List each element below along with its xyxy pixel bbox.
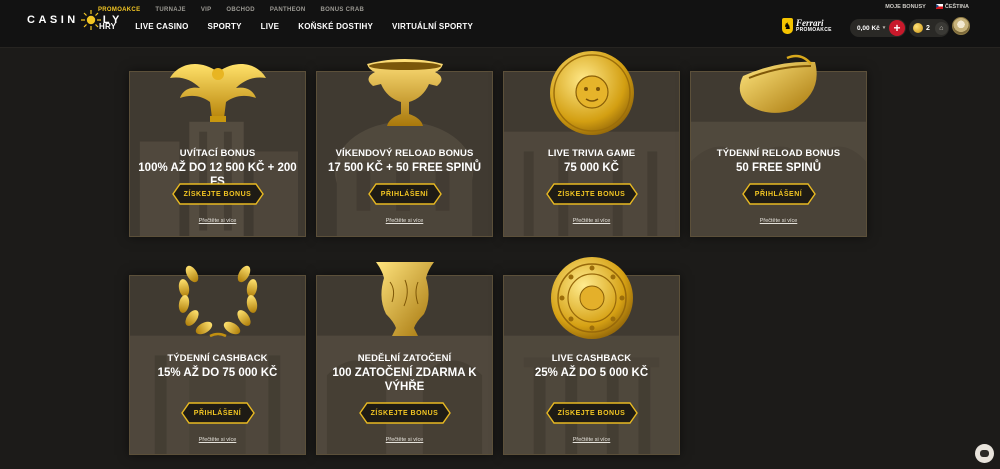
ferrari-promo[interactable]: ♞ Ferrari PROMOAKCE	[782, 18, 832, 34]
language-selector[interactable]: ČEŠTINA	[935, 4, 969, 10]
card-title: UVÍTACÍ BONUS	[179, 148, 256, 159]
promo-card-sunday-spins: NEDĚLNÍ ZATOČENÍ 100 ZATOČENÍ ZDARMA K V…	[316, 262, 493, 455]
golden-eagle-icon	[169, 64, 266, 122]
card-title: TÝDENNÍ CASHBACK	[167, 353, 268, 364]
mainnav-hry[interactable]: HRY	[99, 22, 116, 31]
read-more-link[interactable]: Přečtěte si více	[130, 437, 305, 443]
coins-count: 2	[926, 24, 930, 32]
card-offer: 75 000 KČ	[564, 162, 619, 174]
golden-vessel-icon	[739, 54, 817, 113]
promo-card-welcome: UVÍTACÍ BONUS 100% AŽ DO 12 500 KČ + 200…	[129, 64, 306, 237]
topnav-bonus-crab[interactable]: BONUS CRAB	[320, 7, 364, 13]
ferrari-sub: PROMOAKCE	[796, 27, 832, 33]
chevron-down-icon: ▾	[882, 25, 886, 31]
read-more-link[interactable]: Přečtěte si více	[691, 218, 866, 224]
button-label: PŘIHLÁŠENÍ	[380, 190, 429, 198]
card-title: TÝDENNÍ RELOAD BONUS	[716, 148, 841, 159]
topnav-obchod[interactable]: OBCHOD	[226, 7, 254, 13]
read-more-link[interactable]: Přečtěte si více	[317, 437, 492, 443]
login-button[interactable]: PŘIHLÁŠENÍ	[180, 402, 255, 424]
card-offer: 17 500 KČ + 50 FREE SPINŮ	[327, 162, 482, 174]
button-label: ZÍSKEJTE BONUS	[557, 190, 626, 198]
read-more-link[interactable]: Přečtěte si více	[130, 218, 305, 224]
promo-card-weekend-reload: VÍKENDOVÝ RELOAD BONUS 17 500 KČ + 50 FR…	[316, 59, 493, 237]
promo-card-live-trivia: LIVE TRIVIA GAME 75 000 KČ ZÍSKEJTE BONU…	[503, 51, 680, 237]
promo-card-weekly-reload: TÝDENNÍ RELOAD BONUS 50 FREE SPINŮ PŘIHL…	[690, 54, 867, 237]
card-title: VÍKENDOVÝ RELOAD BONUS	[335, 148, 474, 159]
main-nav: HRY LIVE CASINO SPORTY LIVE KOŇSKÉ DOSTI…	[99, 22, 473, 31]
card-title: NEDĚLNÍ ZATOČENÍ	[357, 353, 452, 364]
mainnav-sporty[interactable]: SPORTY	[208, 22, 242, 31]
top-nav: PROMOAKCE TURNAJE VIP OBCHOD PANTHEON BO…	[98, 7, 364, 13]
avatar[interactable]	[952, 17, 970, 35]
topnav-turnaje[interactable]: TURNAJE	[155, 7, 185, 13]
card-offer: 100 ZATOČENÍ ZDARMA K VÝHŘE	[332, 367, 477, 393]
coin-icon	[913, 23, 923, 33]
utility-links: MOJE BONUSY ČEŠTINA	[885, 4, 969, 10]
button-label: PŘIHLÁŠENÍ	[754, 190, 803, 198]
gold-coin-icon	[550, 257, 633, 339]
read-more-link[interactable]: Přečtěte si více	[504, 437, 679, 443]
button-label: PŘIHLÁŠENÍ	[193, 409, 242, 417]
balance-value: 0,00 Kč	[857, 24, 880, 32]
get-bonus-button[interactable]: ZÍSKEJTE BONUS	[171, 183, 264, 205]
golden-vase-icon	[375, 262, 434, 336]
promo-card-live-cashback: LIVE CASHBACK 25% AŽ DO 5 000 KČ ZÍSKEJT…	[503, 257, 680, 455]
golden-goblet-icon	[366, 59, 443, 126]
my-bonuses-link[interactable]: MOJE BONUSY	[885, 4, 926, 10]
logo-text-left: CASIN	[27, 14, 79, 26]
deposit-button[interactable]: +	[889, 20, 905, 36]
mainnav-live[interactable]: LIVE	[261, 22, 280, 31]
czech-flag-icon	[935, 4, 943, 10]
mainnav-live-casino[interactable]: LIVE CASINO	[135, 22, 188, 31]
card-offer: 50 FREE SPINŮ	[736, 162, 821, 174]
button-label: ZÍSKEJTE BONUS	[370, 409, 439, 417]
medusa-shield-icon	[549, 51, 634, 135]
language-label: ČEŠTINA	[944, 4, 969, 10]
get-bonus-button[interactable]: ZÍSKEJTE BONUS	[358, 402, 451, 424]
button-label: ZÍSKEJTE BONUS	[557, 409, 626, 417]
balance-display[interactable]: 0,00 Kč ▾ +	[850, 19, 906, 37]
chat-button[interactable]	[975, 444, 994, 463]
card-title: LIVE TRIVIA GAME	[547, 148, 636, 159]
topnav-vip[interactable]: VIP	[201, 7, 212, 13]
topnav-pantheon[interactable]: PANTHEON	[270, 7, 306, 13]
login-button[interactable]: PŘIHLÁŠENÍ	[741, 183, 816, 205]
button-label: ZÍSKEJTE BONUS	[183, 190, 252, 198]
mainnav-konske-dostihy[interactable]: KOŇSKÉ DOSTIHY	[298, 22, 373, 31]
ferrari-horse-icon: ♞	[782, 18, 793, 34]
mainnav-virtualni-sporty[interactable]: VIRTUÁLNÍ SPORTY	[392, 22, 473, 31]
login-button[interactable]: PŘIHLÁŠENÍ	[367, 183, 442, 205]
card-offer: 25% AŽ DO 5 000 KČ	[534, 367, 649, 379]
coins-display[interactable]: 2 ⌂	[909, 19, 949, 37]
card-offer: 15% AŽ DO 75 000 KČ	[157, 367, 278, 379]
chat-bubble-icon	[980, 450, 989, 457]
read-more-link[interactable]: Přečtěte si více	[317, 218, 492, 224]
site-header: CASIN LY PROMOAKCE TURNAJE VIP OBCHOD PA…	[0, 0, 1000, 48]
laurel-wreath-icon	[178, 265, 257, 338]
shop-icon[interactable]: ⌂	[934, 21, 948, 35]
promo-card-weekly-cashback: TÝDENNÍ CASHBACK 15% AŽ DO 75 000 KČ PŘI…	[129, 265, 306, 455]
card-title: LIVE CASHBACK	[551, 353, 632, 364]
get-bonus-button[interactable]: ZÍSKEJTE BONUS	[545, 402, 638, 424]
get-bonus-button[interactable]: ZÍSKEJTE BONUS	[545, 183, 638, 205]
topnav-promoakce[interactable]: PROMOAKCE	[98, 7, 140, 13]
read-more-link[interactable]: Přečtěte si více	[504, 218, 679, 224]
